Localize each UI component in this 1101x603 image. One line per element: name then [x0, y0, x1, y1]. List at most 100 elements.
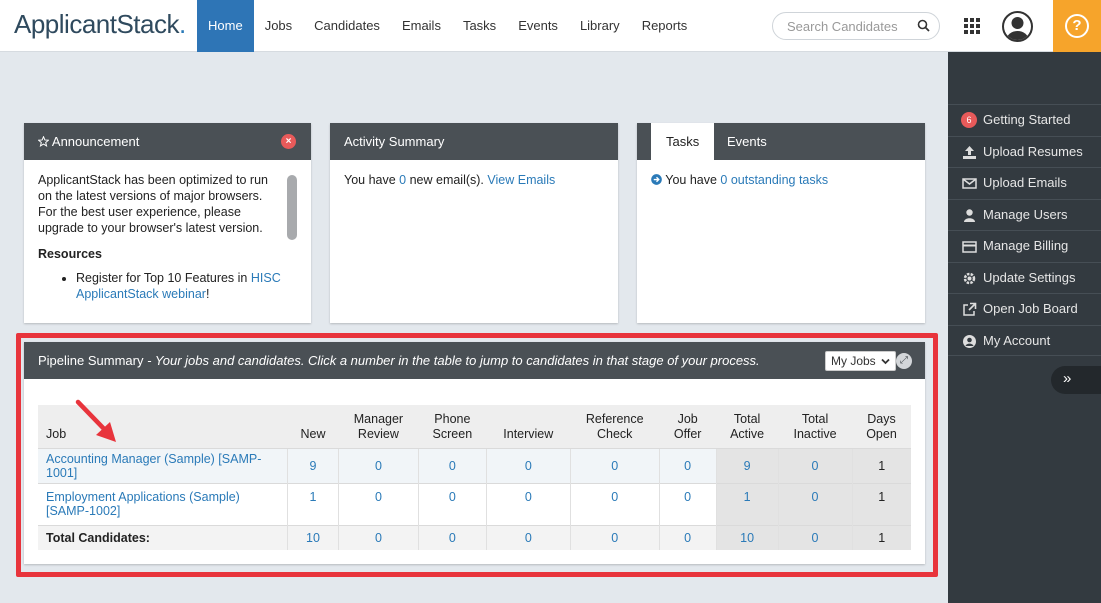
- chevron-down-icon: [881, 358, 890, 365]
- search-box: [772, 12, 940, 40]
- nav-jobs[interactable]: Jobs: [254, 0, 303, 52]
- totals-label: Total Candidates:: [38, 524, 288, 550]
- nav-home[interactable]: Home: [197, 0, 254, 52]
- col-job-offer: Job Offer: [659, 405, 717, 448]
- user-avatar[interactable]: [1002, 11, 1033, 42]
- apps-grid-icon[interactable]: [964, 18, 980, 37]
- cell-total-inactive[interactable]: 0: [812, 459, 819, 473]
- cell-new[interactable]: 9: [310, 459, 317, 473]
- tab-events[interactable]: Events: [712, 123, 782, 160]
- col-manager-review: Manager Review: [338, 405, 419, 448]
- cell-days-open: 1: [878, 458, 886, 473]
- outstanding-tasks-link[interactable]: 0 outstanding tasks: [720, 173, 828, 187]
- sidebar-item-manage-users[interactable]: Manage Users: [948, 198, 1101, 231]
- job-link-samp-1002[interactable]: Employment Applications (Sample) [SAMP-1…: [46, 490, 281, 518]
- activity-body: You have 0 new email(s). View Emails: [344, 173, 556, 187]
- nav-events[interactable]: Events: [507, 0, 569, 52]
- scrollbar[interactable]: [287, 175, 297, 240]
- sidebar-item-manage-billing[interactable]: Manage Billing: [948, 230, 1101, 262]
- nav-library[interactable]: Library: [569, 0, 631, 52]
- notification-badge: 6: [961, 112, 977, 128]
- announcement-header: Announcement ×: [24, 123, 311, 160]
- total-reference-check[interactable]: 0: [611, 531, 618, 545]
- tab-tasks[interactable]: Tasks: [651, 123, 715, 160]
- view-emails-link[interactable]: View Emails: [487, 173, 555, 187]
- my-jobs-select[interactable]: My Jobs: [825, 351, 897, 371]
- app-logo[interactable]: ApplicantStack.: [14, 9, 186, 40]
- credit-card-icon: [962, 239, 977, 254]
- list-item: Register for Top 10 Features in HISC App…: [76, 270, 281, 302]
- cell-total-active[interactable]: 1: [744, 490, 751, 504]
- total-job-offer[interactable]: 0: [684, 531, 691, 545]
- total-phone-screen[interactable]: 0: [449, 531, 456, 545]
- table-header-row: Job New Manager Review Phone Screen Inte…: [38, 405, 911, 448]
- sidebar-item-upload-resumes[interactable]: Upload Resumes: [948, 135, 1101, 168]
- announcement-title: Announcement: [51, 134, 140, 149]
- nav-tasks[interactable]: Tasks: [452, 0, 507, 52]
- table-row: Accounting Manager (Sample) [SAMP-1001] …: [38, 447, 911, 483]
- cell-new[interactable]: 1: [310, 490, 317, 504]
- activity-summary-panel: Activity Summary You have 0 new email(s)…: [330, 123, 618, 323]
- search-input[interactable]: [787, 19, 912, 34]
- cell-reference-check[interactable]: 0: [611, 459, 618, 473]
- sidebar-item-open-job-board[interactable]: Open Job Board: [948, 293, 1101, 325]
- cell-total-inactive[interactable]: 0: [812, 490, 819, 504]
- col-phone-screen: Phone Screen: [418, 405, 487, 448]
- nav-reports[interactable]: Reports: [631, 0, 699, 52]
- cell-manager-review[interactable]: 0: [375, 490, 382, 504]
- total-interview[interactable]: 0: [525, 531, 532, 545]
- col-days-open: Days Open: [852, 405, 911, 448]
- sidebar-item-upload-emails[interactable]: Upload Emails: [948, 167, 1101, 199]
- annotation-arrow-icon: [75, 399, 116, 442]
- nav-emails[interactable]: Emails: [391, 0, 452, 52]
- job-link-samp-1001[interactable]: Accounting Manager (Sample) [SAMP-1001]: [46, 452, 261, 480]
- cell-job-offer[interactable]: 0: [684, 459, 691, 473]
- cell-job-offer[interactable]: 0: [684, 490, 691, 504]
- totals-row: Total Candidates: 10 0 0 0 0 0 10 0 1: [38, 524, 911, 550]
- col-interview: Interview: [486, 405, 571, 448]
- cell-phone-screen[interactable]: 0: [449, 490, 456, 504]
- col-new: New: [287, 405, 339, 448]
- cell-manager-review[interactable]: 0: [375, 459, 382, 473]
- upload-icon: [962, 145, 977, 160]
- star-outline-icon: [37, 135, 50, 147]
- sidebar-item-my-account[interactable]: My Account: [948, 324, 1101, 356]
- announcement-panel: Announcement × ApplicantStack has been o…: [24, 123, 311, 323]
- tasks-body: You have 0 outstanding tasks: [637, 160, 925, 200]
- sidebar-collapse-button[interactable]: »: [1051, 366, 1101, 394]
- main-nav: Home Jobs Candidates Emails Tasks Events…: [197, 0, 698, 52]
- announcement-body: ApplicantStack has been optimized to run…: [38, 173, 268, 235]
- arrow-circle-right-icon: [651, 174, 662, 185]
- total-total-active[interactable]: 10: [740, 531, 754, 545]
- cell-interview[interactable]: 0: [525, 490, 532, 504]
- expand-icon[interactable]: ⤢: [896, 353, 912, 369]
- cell-total-active[interactable]: 9: [744, 459, 751, 473]
- pipeline-subtitle: - Your jobs and candidates. Click a numb…: [143, 353, 760, 368]
- pipeline-summary-panel: Pipeline Summary - Your jobs and candida…: [24, 342, 925, 564]
- sidebar-menu: 6 Getting Started Upload Resumes Upload …: [948, 104, 1101, 356]
- cell-phone-screen[interactable]: 0: [449, 459, 456, 473]
- gear-icon: [962, 271, 977, 286]
- help-icon: ?: [1065, 14, 1089, 38]
- cell-reference-check[interactable]: 0: [611, 490, 618, 504]
- envelope-icon: [962, 176, 977, 191]
- help-button[interactable]: ?: [1053, 0, 1101, 52]
- table-row: Employment Applications (Sample) [SAMP-1…: [38, 482, 911, 525]
- user-icon: [962, 208, 977, 223]
- external-link-icon: [962, 302, 977, 317]
- resources-list: Register for Top 10 Features in HISC App…: [38, 270, 297, 302]
- sidebar-item-update-settings[interactable]: Update Settings: [948, 261, 1101, 294]
- resources-heading: Resources: [38, 247, 102, 261]
- total-manager-review[interactable]: 0: [375, 531, 382, 545]
- activity-title: Activity Summary: [344, 134, 445, 149]
- sidebar-item-getting-started[interactable]: 6 Getting Started: [948, 104, 1101, 136]
- cell-interview[interactable]: 0: [525, 459, 532, 473]
- total-total-inactive[interactable]: 0: [812, 531, 819, 545]
- total-new[interactable]: 10: [306, 531, 320, 545]
- user-circle-icon: [962, 334, 977, 349]
- close-icon[interactable]: ×: [281, 134, 296, 149]
- col-total-active: Total Active: [716, 405, 779, 448]
- nav-candidates[interactable]: Candidates: [303, 0, 391, 52]
- tasks-events-panel: Tasks Events You have 0 outstanding task…: [637, 123, 925, 323]
- search-icon[interactable]: [917, 19, 930, 35]
